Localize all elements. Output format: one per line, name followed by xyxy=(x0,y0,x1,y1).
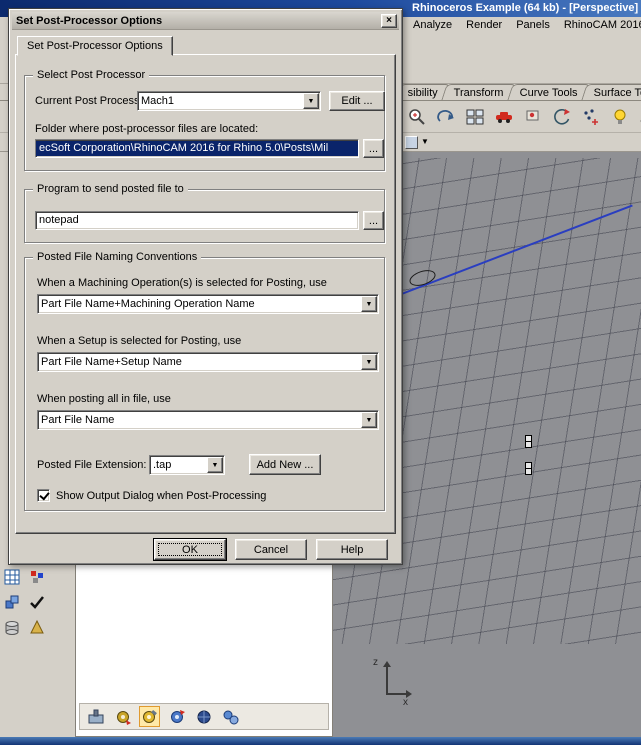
world-axes-icon: z x xyxy=(371,657,415,709)
show-output-checkbox[interactable] xyxy=(37,489,50,502)
program-input[interactable]: notepad xyxy=(35,211,359,230)
post-process-icon[interactable] xyxy=(112,706,133,727)
dialog-tab-control: Set Post-Processor Options Select Post P… xyxy=(15,36,396,534)
current-post-processor-label: Current Post Processor: xyxy=(35,95,153,107)
simulate-icon[interactable] xyxy=(220,706,241,727)
post-options-icon[interactable] xyxy=(139,706,160,727)
cam-browser-panel xyxy=(75,558,333,737)
extension-label: Posted File Extension: xyxy=(37,459,147,471)
status-bar xyxy=(0,737,641,745)
folder-path-input[interactable]: ecSoft Corporation\RhinoCAM 2016 for Rhi… xyxy=(35,139,359,158)
ok-button[interactable]: OK xyxy=(154,539,226,560)
chevron-down-icon[interactable]: ▼ xyxy=(361,412,377,428)
chevron-down-icon[interactable]: ▼ xyxy=(361,296,377,312)
cam-panel-toolbar xyxy=(79,703,329,730)
colored-squares-icon[interactable] xyxy=(28,568,48,588)
help-button[interactable]: Help xyxy=(316,539,388,560)
regenerate-icon[interactable] xyxy=(166,706,187,727)
browse-folder-button[interactable]: ... xyxy=(363,139,384,158)
group-title: Program to send posted file to xyxy=(33,182,188,196)
menu-render[interactable]: Render xyxy=(459,19,509,31)
menu-analyze[interactable]: Analyze xyxy=(406,19,459,31)
menu-rhinocam-2016[interactable]: RhinoCAM 2016 xyxy=(557,19,641,31)
edit-post-button[interactable]: Edit ... xyxy=(329,91,385,111)
lightbulb-icon[interactable] xyxy=(609,106,631,128)
cylinder-icon[interactable] xyxy=(3,619,23,639)
points-icon[interactable] xyxy=(580,106,602,128)
point-marker xyxy=(525,462,532,475)
operation-naming-label: When a Machining Operation(s) is selecte… xyxy=(37,277,327,289)
group-select-post-processor: Select Post Processor Current Post Proce… xyxy=(24,68,385,171)
group-title: Posted File Naming Conventions xyxy=(33,250,202,264)
cancel-button[interactable]: Cancel xyxy=(235,539,307,560)
tab-transform[interactable]: Transform xyxy=(441,84,517,100)
stock-icon[interactable] xyxy=(193,706,214,727)
browse-program-button[interactable]: ... xyxy=(363,211,384,230)
cone-icon[interactable] xyxy=(28,619,48,639)
chevron-down-icon[interactable]: ▼ xyxy=(421,138,429,146)
all-naming-combobox[interactable]: Part File Name ▼ xyxy=(37,410,379,430)
group-title: Select Post Processor xyxy=(33,68,150,82)
target-point-icon[interactable] xyxy=(522,106,544,128)
tab-set-post-processor-options[interactable]: Set Post-Processor Options xyxy=(17,36,173,56)
setup-naming-combobox[interactable]: Part File Name+Setup Name ▼ xyxy=(37,352,379,372)
dialog-titlebar[interactable]: Set Post-Processor Options × xyxy=(12,12,399,30)
app-title-text: Rhinoceros Example (64 kb) - [Perspectiv… xyxy=(412,2,639,14)
rotate-view-icon[interactable] xyxy=(435,106,457,128)
current-post-processor-combobox[interactable]: Mach1 ▼ xyxy=(137,91,321,111)
machine-icon[interactable] xyxy=(85,706,106,727)
folder-label: Folder where post-processor files are lo… xyxy=(35,123,259,135)
chevron-down-icon[interactable]: ▼ xyxy=(361,354,377,370)
show-output-label: Show Output Dialog when Post-Processing xyxy=(56,490,267,502)
extension-combobox[interactable]: .tap ▼ xyxy=(149,455,225,475)
check-icon[interactable] xyxy=(28,593,48,613)
operation-naming-combobox[interactable]: Part File Name+Machining Operation Name … xyxy=(37,294,379,314)
dialog-tab-page: Select Post Processor Current Post Proce… xyxy=(15,54,396,534)
point-marker xyxy=(525,435,532,448)
post-processor-options-dialog: Set Post-Processor Options × Set Post-Pr… xyxy=(8,8,403,565)
chevron-down-icon[interactable]: ▼ xyxy=(207,457,223,473)
viewport-properties-icon[interactable] xyxy=(405,135,418,149)
axis-x-label: x xyxy=(403,697,408,708)
tab-curve-tools[interactable]: Curve Tools xyxy=(507,84,591,100)
tab-surface-tools[interactable]: Surface To xyxy=(580,84,641,100)
setup-naming-label: When a Setup is selected for Posting, us… xyxy=(37,335,242,347)
grid-table-icon[interactable] xyxy=(3,568,23,588)
axis-z-label: z xyxy=(373,657,378,668)
dialog-button-row: OK Cancel Help xyxy=(154,539,388,560)
close-icon[interactable]: × xyxy=(381,13,397,28)
dialog-title: Set Post-Processor Options xyxy=(16,14,163,27)
viewport-layout-icon[interactable] xyxy=(464,106,486,128)
stacked-cubes-icon[interactable] xyxy=(3,593,23,613)
all-naming-label: When posting all in file, use xyxy=(37,393,171,405)
circle-arrow-icon[interactable] xyxy=(551,106,573,128)
chevron-down-icon[interactable]: ▼ xyxy=(303,93,319,109)
group-program-to-send: Program to send posted file to notepad .… xyxy=(24,182,385,243)
menu-panels[interactable]: Panels xyxy=(509,19,557,31)
left-toolbar-dock xyxy=(0,560,75,737)
group-naming-conventions: Posted File Naming Conventions When a Ma… xyxy=(24,250,385,511)
red-car-icon[interactable] xyxy=(493,106,515,128)
zoom-magnifier-icon[interactable] xyxy=(406,106,428,128)
add-new-extension-button[interactable]: Add New ... xyxy=(249,454,321,475)
